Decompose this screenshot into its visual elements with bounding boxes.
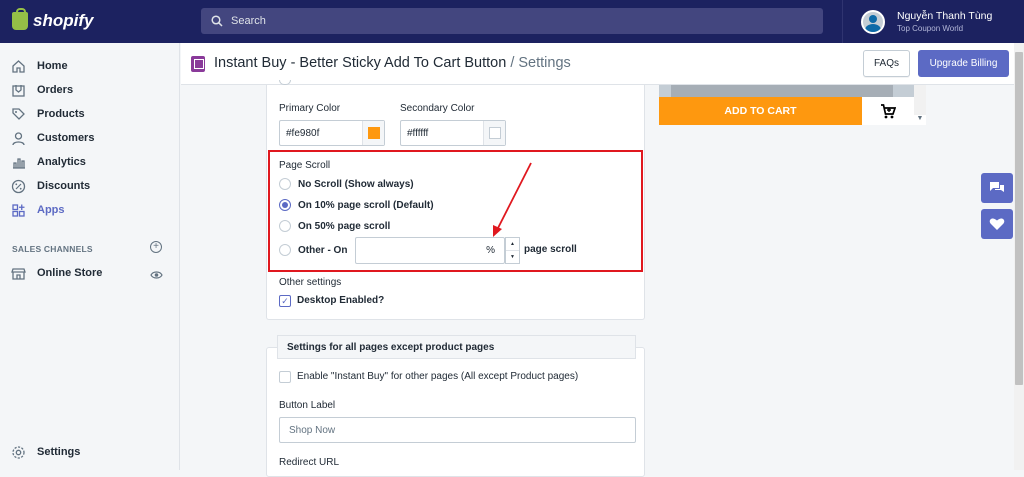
sidebar-item-label: Home [37,60,68,72]
upgrade-billing-button[interactable]: Upgrade Billing [918,50,1009,77]
primary-color-label: Primary Color [279,103,341,114]
preview-scrollbar[interactable]: ▼ [914,85,926,125]
sidebar-item-label: Customers [37,132,95,144]
sidebar-item-discounts[interactable]: Discounts [10,175,90,197]
sidebar-item-settings[interactable]: Settings [10,441,80,463]
sidebar-item-label: Apps [37,204,65,216]
shopify-logo[interactable]: shopify [12,8,94,31]
sidebar-item-label: Products [37,108,85,120]
search-input[interactable]: Search [201,8,823,34]
other-settings-heading: Other settings [279,277,342,288]
chat-button[interactable] [981,173,1013,203]
other-pages-heading: Settings for all pages except product pa… [277,335,636,359]
sidebar-item-label: Online Store [37,267,103,279]
sidebar-item-products[interactable]: Products [10,103,85,125]
sidebar-item-home[interactable]: Home [10,55,68,77]
person-icon [10,130,26,146]
apps-icon [10,202,26,218]
sidebar-item-label: Analytics [37,156,86,168]
store-icon [10,265,26,281]
secondary-color-input[interactable]: #ffffff [400,120,506,146]
enable-other-pages-checkbox[interactable] [279,371,291,383]
home-icon [10,58,26,74]
add-channel-icon[interactable]: + [150,241,162,253]
page-title: Instant Buy - Better Sticky Add To Cart … [214,55,571,71]
eye-icon[interactable] [150,267,163,285]
highlight-box [268,150,643,272]
heart-icon [989,218,1005,230]
add-to-cart-button[interactable]: ADD TO CART [659,97,862,125]
discount-icon [10,178,26,194]
bar-chart-icon [10,154,26,170]
app-name[interactable]: Instant Buy - Better Sticky Add To Cart … [214,55,506,71]
primary-color-value: #fe980f [286,127,320,139]
logo-text: shopify [33,11,94,30]
primary-color-input[interactable]: #fe980f [279,120,385,146]
sidebar-item-label: Settings [37,446,81,458]
sales-channels-heading: SALES CHANNELS [12,244,93,254]
sidebar-item-label: Discounts [37,180,91,192]
sidebar-item-label: Orders [37,84,74,96]
favorite-button[interactable] [981,209,1013,239]
breadcrumb-current: Settings [518,55,571,71]
sticky-bar-preview: ADD TO CART ▼ [659,85,926,125]
secondary-color-label: Secondary Color [400,103,475,114]
top-bar: shopify Search Nguyễn Thanh Tùng Top Cou… [0,0,1024,43]
sidebar: Home Orders Products Customers Analytics… [0,43,180,470]
gear-icon [10,444,26,460]
store-name: Top Coupon World [897,24,964,33]
search-placeholder: Search [231,15,266,27]
breadcrumb-separator: / [506,55,519,71]
sidebar-item-analytics[interactable]: Analytics [10,151,86,173]
faqs-button[interactable]: FAQs [863,50,910,77]
secondary-color-value: #ffffff [407,127,429,139]
chat-icon [990,182,1004,192]
sidebar-item-online-store[interactable]: Online Store [10,262,102,284]
preview-top-strip [659,85,914,97]
sidebar-item-apps[interactable]: Apps [10,199,65,221]
tag-icon [10,106,26,122]
desktop-enabled-checkbox[interactable]: ✓ [279,295,291,307]
avatar [861,9,885,34]
primary-color-swatch[interactable] [362,121,384,145]
app-title-bar: Instant Buy - Better Sticky Add To Cart … [181,43,1024,85]
enable-other-pages-label: Enable "Instant Buy" for other pages (Al… [297,371,579,382]
cart-icon[interactable] [862,97,914,125]
page-scrollbar-thumb[interactable] [1015,52,1023,385]
orders-icon [10,82,26,98]
button-label-placeholder: Shop Now [289,424,336,436]
search-icon [211,15,223,27]
redirect-url-heading: Redirect URL [279,457,340,468]
sidebar-item-customers[interactable]: Customers [10,127,94,149]
desktop-enabled-label: Desktop Enabled? [297,295,385,306]
shopify-bag-icon [12,8,28,30]
user-menu[interactable]: Nguyễn Thanh Tùng Top Coupon World [842,0,1024,43]
app-icon [191,56,205,72]
user-name: Nguyễn Thanh Tùng [897,10,993,22]
button-label-heading: Button Label [279,400,336,411]
secondary-color-swatch[interactable] [483,121,505,145]
annotation-arrow-icon [493,162,532,237]
sidebar-item-orders[interactable]: Orders [10,79,73,101]
button-label-input[interactable]: Shop Now [279,417,636,443]
